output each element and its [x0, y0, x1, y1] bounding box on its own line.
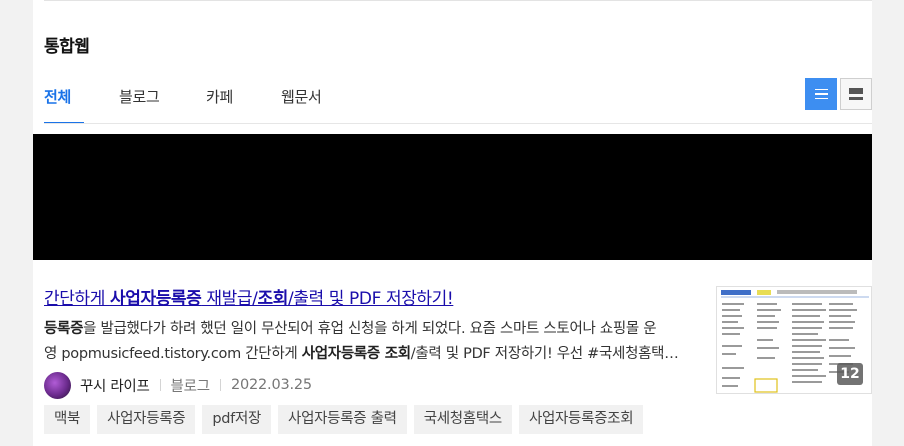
tag-chip[interactable]: 맥북 — [44, 405, 91, 434]
post-date: 2022.03.25 — [230, 377, 312, 393]
tile-view-button[interactable] — [840, 78, 872, 110]
list-icon — [814, 86, 828, 103]
tabs-divider — [44, 123, 872, 124]
tag-chip[interactable]: 사업자등록증 출력 — [278, 405, 407, 434]
top-divider — [44, 0, 872, 1]
tag-chip[interactable]: pdf저장 — [202, 405, 272, 434]
list-view-button[interactable] — [805, 78, 837, 110]
tag-chip[interactable]: 사업자등록증조회 — [518, 405, 644, 434]
tab-webdocs[interactable]: 웹문서 — [281, 86, 331, 124]
tile-icon — [849, 88, 863, 100]
result-thumbnail[interactable]: 12 — [716, 286, 872, 394]
tag-chip[interactable]: 국세청홈택스 — [413, 405, 512, 434]
tag-list: 맥북 사업자등록증 pdf저장 사업자등록증 출력 국세청홈택스 사업자등록증조… — [44, 405, 650, 434]
meta-divider — [219, 379, 221, 391]
tag-chip[interactable]: 사업자등록증 — [97, 405, 196, 434]
search-results-panel: 통합웹 전체 블로그 카페 웹문서 간단하게 사업자등록증 재발급/조회/출력 … — [33, 0, 872, 446]
meta-divider — [159, 379, 161, 391]
tab-all[interactable]: 전체 — [44, 86, 84, 124]
black-banner — [33, 134, 872, 260]
source-type: 블로그 — [170, 378, 211, 395]
result-title-link[interactable]: 간단하게 사업자등록증 재발급/조회/출력 및 PDF 저장하기! — [44, 284, 454, 309]
result-meta: 꾸시 라이프 블로그 2022.03.25 — [44, 371, 312, 399]
view-toggle — [805, 78, 872, 110]
tab-cafe[interactable]: 카페 — [206, 86, 246, 124]
author-name[interactable]: 꾸시 라이프 — [80, 375, 150, 396]
snippet-highlight: 등록증 — [44, 321, 84, 337]
image-count-badge: 12 — [837, 363, 863, 385]
section-title: 통합웹 — [44, 37, 90, 57]
result-snippet: 등록증을 발급했다가 하려 했던 일이 무산되어 휴업 신청을 하게 되었다. … — [44, 321, 690, 362]
avatar[interactable] — [44, 371, 71, 399]
tab-blog[interactable]: 블로그 — [119, 86, 169, 124]
